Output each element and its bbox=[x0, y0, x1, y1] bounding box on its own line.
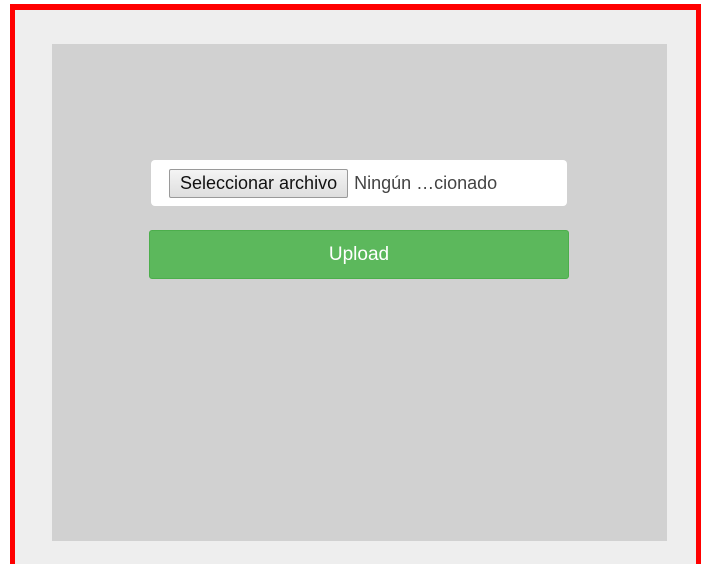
file-status-text: Ningún …cionado bbox=[354, 172, 498, 193]
choose-file-button[interactable]: Seleccionar archivo bbox=[169, 168, 349, 198]
file-input[interactable]: Seleccionar archivo Ningún …cionado bbox=[151, 160, 567, 206]
upload-button[interactable]: Upload bbox=[149, 230, 569, 279]
upload-panel: Seleccionar archivo Ningún …cionado Uplo… bbox=[52, 44, 667, 541]
highlight-frame: Seleccionar archivo Ningún …cionado Uplo… bbox=[10, 4, 701, 564]
